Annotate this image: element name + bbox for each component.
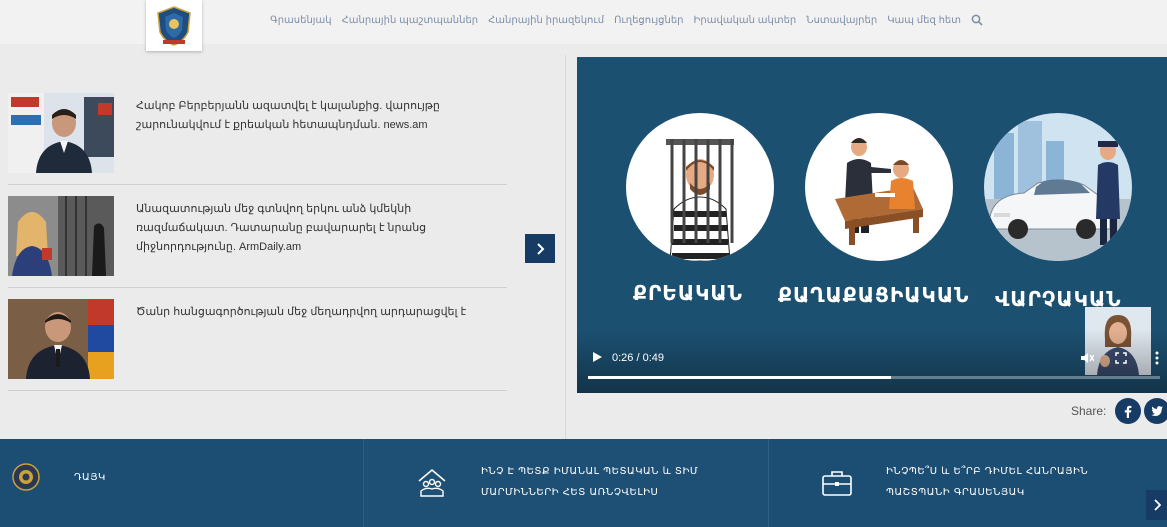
site-logo[interactable]	[146, 0, 202, 51]
footer-item-state-bodies[interactable]: ԻՆՉ Է ՊԵՏՔ ԻՄԱՆԱԼ ՊԵՏԱԿԱՆ և ՏԻՄ ՄԱՐՄԻՆՆԵ…	[363, 439, 768, 527]
news-next-button[interactable]	[525, 234, 555, 263]
nav-item-contact[interactable]: Կապ մեզ հետ	[887, 15, 961, 26]
news-title[interactable]: Անազատության մեջ գտնվող երկու անձ կմեկնի…	[136, 200, 496, 257]
video-progress-bar[interactable]	[588, 376, 1160, 379]
video-prisoner-illustration	[626, 113, 774, 261]
footer-item-apply[interactable]: ԻՆՉՊԵ՞Ս և Ե՞ՐԲ ԴԻՄԵԼ ՀԱՆՐԱՅԻՆ ՊԱՇՏՊԱՆԻ Գ…	[768, 439, 1167, 527]
chevron-right-icon	[537, 242, 545, 255]
footer-item-dayk[interactable]: ԴԱՅԿ	[0, 439, 363, 527]
news-title[interactable]: Հակոբ Բերբերյանն ազատվել է կալանքից. վար…	[136, 97, 496, 135]
video-category-criminal: ՔՐԵԱԿԱՆ	[633, 281, 743, 305]
column-divider	[565, 55, 566, 440]
footer-item-label: ԻՆՉՊԵ՞Ս և Ե՞ՐԲ ԴԻՄԵԼ ՀԱՆՐԱՅԻՆ ՊԱՇՏՊԱՆԻ Գ…	[886, 466, 1089, 498]
footer-item-label: ԴԱՅԿ	[74, 472, 106, 483]
news-item[interactable]: Անազատության մեջ գտնվող երկու անձ կմեկնի…	[8, 185, 507, 288]
prisoner-icon	[666, 139, 734, 261]
video-time: 0:26 / 0:49	[612, 352, 664, 364]
fullscreen-icon[interactable]	[1115, 352, 1127, 364]
nav-item-office[interactable]: Գրասենյակ	[270, 15, 331, 26]
video-category-civil: ՔԱՂԱՔԱՑԻԱԿԱՆ	[778, 283, 970, 307]
police-car-icon	[984, 121, 1132, 261]
nav-item-guides[interactable]: Ուղեցույցներ	[614, 15, 683, 26]
news-title[interactable]: Ծանր հանցագործության մեջ մեղադրվող արդար…	[136, 303, 496, 322]
footer-item-label: ԻՆՉ Է ՊԵՏՔ ԻՄԱՆԱԼ ՊԵՏԱԿԱՆ և ՏԻՄ ՄԱՐՄԻՆՆԵ…	[481, 466, 699, 498]
twitter-icon	[1151, 406, 1163, 416]
news-list: Հակոբ Բերբերյանն ազատվել է կալանքից. վար…	[8, 82, 507, 391]
footer-next-button[interactable]	[1146, 490, 1167, 520]
news-photo-image	[8, 93, 114, 173]
police-emblem-icon	[157, 5, 191, 46]
footer-bar: ԴԱՅԿ ԻՆՉ Է ՊԵՏՔ ԻՄԱՆԱԼ ՊԵՏԱԿԱՆ և ՏԻՄ ՄԱՐ…	[0, 439, 1167, 527]
news-thumbnail[interactable]	[8, 196, 114, 276]
facebook-icon	[1124, 405, 1132, 418]
video-civil-illustration	[805, 113, 953, 261]
nav-item-awareness[interactable]: Հանրային իրազեկում	[488, 15, 604, 26]
lawyer-client-icon	[835, 138, 923, 245]
video-administrative-illustration	[984, 113, 1132, 261]
main-nav: Գրասենյակ Հանրային պաշտպաններ Հանրային ի…	[270, 14, 983, 26]
share-label: Share:	[1071, 404, 1107, 418]
nav-item-locations[interactable]: Նստավայրեր	[806, 15, 877, 26]
facebook-share-button[interactable]	[1115, 398, 1141, 424]
briefcase-icon	[822, 471, 852, 496]
video-progress-fill	[588, 376, 892, 379]
emblem-icon	[12, 463, 40, 491]
news-photo-image	[8, 196, 114, 276]
twitter-share-button[interactable]	[1144, 398, 1167, 424]
nav-item-defenders[interactable]: Հանրային պաշտպաններ	[342, 15, 479, 26]
search-icon[interactable]	[971, 14, 983, 26]
news-item[interactable]: Ծանր հանցագործության մեջ մեղադրվող արդար…	[8, 288, 507, 391]
mute-icon[interactable]	[1080, 352, 1094, 364]
news-thumbnail[interactable]	[8, 299, 114, 379]
nav-item-legal-acts[interactable]: Իրավական ակտեր	[694, 15, 797, 26]
site-header: Գրասենյակ Հանրային պաշտպաններ Հանրային ի…	[0, 0, 1167, 51]
news-item[interactable]: Հակոբ Բերբերյանն ազատվել է կալանքից. վար…	[8, 82, 507, 185]
chevron-right-icon	[1153, 499, 1161, 511]
video-controls-shade	[577, 329, 1167, 393]
news-thumbnail[interactable]	[8, 93, 114, 173]
news-photo-image	[8, 299, 114, 379]
play-icon[interactable]	[591, 351, 603, 363]
video-player[interactable]: ՔՐԵԱԿԱՆ ՔԱՂԱՔԱՑԻԱԿԱՆ ՎԱՐՉԱԿԱՆ 0:26 / 0:4…	[577, 57, 1167, 393]
people-house-icon	[418, 468, 446, 497]
more-options-icon[interactable]	[1154, 351, 1160, 365]
